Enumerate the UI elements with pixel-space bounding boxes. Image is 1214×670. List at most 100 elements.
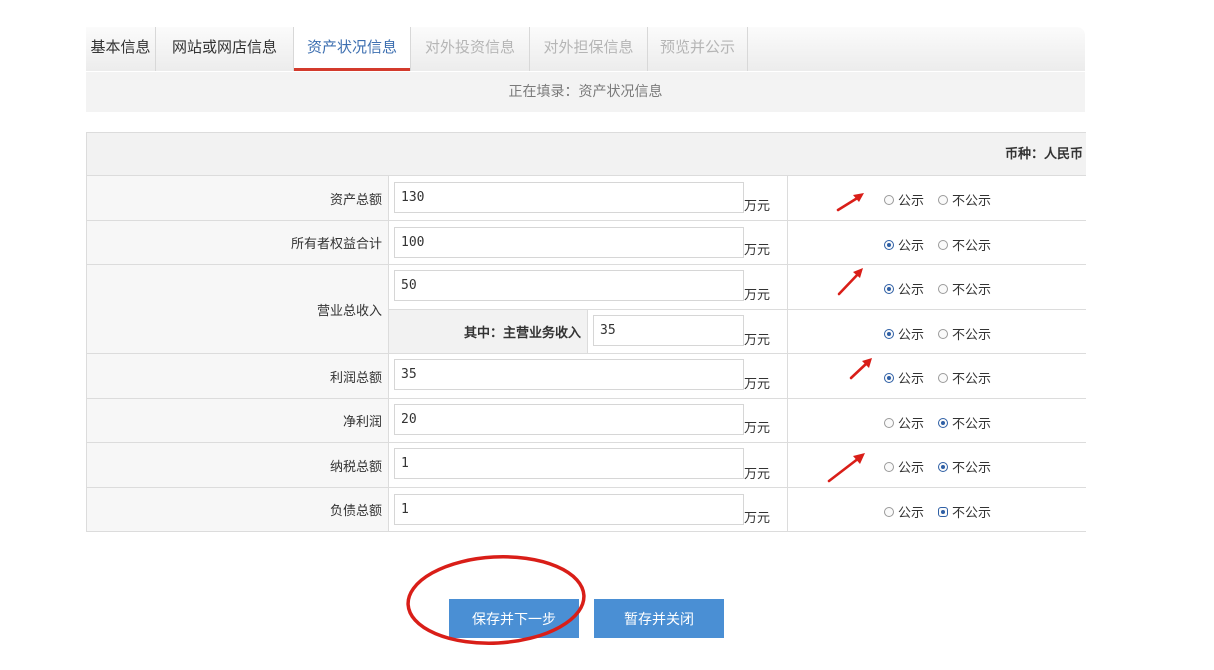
row-label-text: 净利润	[342, 415, 382, 430]
public-radio[interactable]: 公示	[884, 235, 924, 254]
tab-website-info[interactable]: 网站或网店信息	[156, 27, 294, 71]
row-label: 纳税总额	[87, 443, 389, 488]
radio-circle-icon	[884, 506, 894, 517]
row-label-text: 纳税总额	[329, 459, 382, 475]
input-cell: 万元	[389, 176, 788, 221]
unit-label: 万元	[744, 333, 771, 348]
asset-form-table: 币种：人民币 资产总额 万元 公示 不公示 所有者权益合计 万元 公示 不公示 …	[86, 132, 1086, 532]
publicity-radio-group: 公示 不公示	[884, 190, 1005, 209]
public-radio[interactable]: 公示	[884, 324, 924, 343]
private-radio[interactable]: 不公示	[938, 368, 991, 387]
input-cell: 万元	[389, 488, 788, 532]
radio-checked-icon	[884, 283, 894, 294]
unit-label: 万元	[744, 243, 771, 258]
filling-status: 正在填录：资产状况信息	[86, 72, 1085, 112]
radio-checked-icon	[938, 461, 949, 472]
tab-asset-info[interactable]: 资产状况信息	[294, 27, 411, 71]
radio-label: 不公示	[952, 283, 992, 298]
publicity-radio-group: 公示 不公示	[884, 368, 1005, 387]
red-arrow-icon	[827, 453, 865, 483]
public-radio[interactable]: 公示	[884, 190, 924, 209]
currency-label: 币种：人民币	[87, 133, 1086, 176]
radio-label: 不公示	[952, 372, 992, 387]
input-cell: 万元	[389, 221, 788, 265]
radio-circle-icon	[884, 461, 894, 472]
radio-label: 不公示	[952, 506, 992, 521]
private-radio[interactable]: 不公示	[938, 235, 991, 254]
public-radio[interactable]: 公示	[884, 279, 924, 298]
input-cell: 万元	[389, 443, 788, 488]
publicity-radio-group: 公示 不公示	[884, 324, 1005, 343]
unit-label: 万元	[744, 511, 771, 526]
private-radio[interactable]: 不公示	[938, 413, 991, 432]
publicity-radio-group: 公示 不公示	[884, 413, 1005, 432]
private-radio[interactable]: 不公示	[938, 279, 991, 298]
radio-label: 公示	[898, 506, 925, 521]
row-label: 营业总收入	[87, 265, 389, 354]
public-radio[interactable]: 公示	[884, 413, 924, 432]
total-assets-input[interactable]	[394, 182, 744, 213]
radio-label: 公示	[898, 372, 925, 387]
row-label: 所有者权益合计	[87, 221, 389, 265]
red-arrow-icon	[837, 268, 863, 296]
input-cell: 万元	[389, 399, 788, 443]
tab-preview-publish[interactable]: 预览并公示	[648, 27, 748, 71]
private-radio[interactable]: 不公示	[938, 190, 991, 209]
radio-label: 公示	[898, 239, 925, 254]
radio-circle-icon	[938, 328, 949, 339]
total-profit-input[interactable]	[394, 359, 744, 390]
radio-label: 不公示	[952, 417, 992, 432]
red-arrow-icon	[849, 358, 872, 380]
radio-checked-icon	[938, 417, 949, 428]
total-tax-input[interactable]	[394, 448, 744, 479]
tab-label: 资产状况信息	[306, 38, 397, 56]
radio-label: 不公示	[952, 239, 992, 254]
radio-circle-icon	[938, 283, 949, 294]
active-tab-underline	[294, 68, 410, 71]
public-radio[interactable]: 公示	[884, 457, 924, 476]
unit-label: 万元	[744, 199, 771, 214]
main-business-revenue-input[interactable]	[593, 315, 744, 346]
input-cell: 万元	[389, 265, 788, 310]
publicity-radio-group: 公示 不公示	[884, 235, 1005, 254]
tab-investment-info[interactable]: 对外投资信息	[411, 27, 530, 71]
publicity-cell: 公示 不公示	[788, 176, 1086, 221]
save-and-close-button[interactable]: 暂存并关闭	[594, 599, 724, 638]
radio-label: 公示	[898, 461, 925, 476]
publicity-cell: 公示 不公示	[788, 399, 1086, 443]
radio-label: 不公示	[952, 461, 992, 476]
unit-label: 万元	[744, 467, 771, 482]
row-label-text: 利润总额	[329, 370, 382, 386]
unit-label: 万元	[744, 421, 771, 436]
radio-circle-icon	[938, 239, 949, 250]
row-label: 负债总额	[87, 488, 389, 532]
total-liabilities-input[interactable]	[394, 494, 744, 525]
public-radio[interactable]: 公示	[884, 502, 924, 521]
tab-label: 预览并公示	[659, 38, 735, 56]
unit-label: 万元	[744, 288, 771, 303]
owner-equity-input[interactable]	[394, 227, 744, 258]
radio-label: 公示	[898, 194, 925, 209]
net-profit-input[interactable]	[394, 404, 744, 435]
publicity-cell: 公示 不公示	[788, 265, 1086, 310]
sub-row-label: 其中：主营业务收入	[389, 310, 588, 354]
private-radio[interactable]: 不公示	[938, 457, 991, 476]
total-revenue-input[interactable]	[394, 270, 744, 301]
row-label: 净利润	[87, 399, 389, 443]
unit-label: 万元	[744, 377, 771, 392]
private-radio[interactable]: 不公示	[938, 324, 991, 343]
tab-label: 对外投资信息	[424, 38, 515, 56]
public-radio[interactable]: 公示	[884, 368, 924, 387]
publicity-cell: 公示 不公示	[788, 354, 1086, 399]
tab-guarantee-info[interactable]: 对外担保信息	[530, 27, 648, 71]
row-label-text: 其中：主营业务收入	[463, 326, 581, 341]
radio-label: 公示	[898, 283, 925, 298]
radio-circle-icon	[884, 194, 894, 205]
publicity-radio-group: 公示 不公示	[884, 502, 1005, 521]
red-arrow-icon	[836, 193, 864, 212]
tab-basic-info[interactable]: 基本信息	[86, 27, 156, 71]
row-label: 资产总额	[87, 176, 389, 221]
input-cell: 万元	[588, 310, 788, 354]
row-label: 利润总额	[87, 354, 389, 399]
private-radio[interactable]: 不公示	[938, 502, 991, 521]
